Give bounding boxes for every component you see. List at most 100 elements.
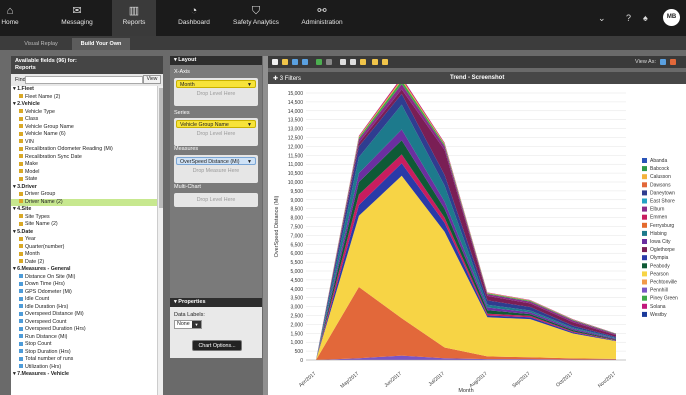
- legend-label: Iowa City: [650, 239, 671, 245]
- measure-icon: [19, 311, 23, 316]
- field-item[interactable]: Vehicle Type: [11, 109, 157, 117]
- measure-field-pill[interactable]: OverSpeed Distance (Mi) ▼: [176, 157, 256, 165]
- field-item[interactable]: Recalibration Odometer Reading (Mi): [11, 146, 157, 154]
- field-item[interactable]: Vehicle Name (6): [11, 131, 157, 139]
- field-item[interactable]: Overspeed Distance (Mi): [11, 311, 157, 319]
- find-input[interactable]: [25, 76, 143, 84]
- field-item[interactable]: Utilization (Hrs): [11, 364, 157, 372]
- chevron-down-icon[interactable]: ⌄: [598, 13, 606, 24]
- field-category[interactable]: ▾ 4.Site: [11, 206, 157, 214]
- field-item[interactable]: Run Distance (Mi): [11, 334, 157, 342]
- field-list-scrollbar[interactable]: [157, 86, 163, 395]
- undo-icon[interactable]: [316, 59, 322, 65]
- data-labels-select[interactable]: None ▼: [174, 320, 202, 329]
- nav-label: Home: [1, 19, 19, 26]
- field-item[interactable]: Month: [11, 251, 157, 259]
- field-item[interactable]: Make: [11, 161, 157, 169]
- field-item[interactable]: Total number of runs: [11, 356, 157, 364]
- field-label: Total number of runs: [25, 356, 74, 362]
- field-item[interactable]: Class: [11, 116, 157, 124]
- field-category[interactable]: ▾ 5.Date: [11, 229, 157, 237]
- legend-swatch: [642, 166, 647, 172]
- x-axis-field-pill[interactable]: Month ▼: [176, 80, 256, 88]
- field-item[interactable]: Site Name (2): [11, 221, 157, 229]
- field-item[interactable]: Quarter(number): [11, 244, 157, 252]
- nav-safety-analytics[interactable]: ⛉ Safety Analytics: [222, 0, 290, 36]
- table-view-icon[interactable]: [340, 59, 346, 65]
- field-list: ▾ 1.Fleet Fleet Name (2) ▾ 2.Vehicle Vehicl…: [11, 86, 157, 379]
- y-axis-title: OverSpeed Distance (Mi): [274, 195, 280, 257]
- field-item[interactable]: Down Time (Hrs): [11, 281, 157, 289]
- chart-options-button[interactable]: Chart Options...: [192, 340, 242, 351]
- chevron-down-icon[interactable]: ▼: [192, 321, 201, 328]
- legend-label: Piney Green: [650, 296, 678, 302]
- field-item[interactable]: Idle Duration (Hrs): [11, 304, 157, 312]
- field-label: Overspeed Count: [25, 318, 67, 325]
- grid-icon[interactable]: [350, 59, 356, 65]
- field-category[interactable]: ▾ 6.Measures - General: [11, 266, 157, 274]
- save-icon[interactable]: [292, 59, 298, 65]
- scrollbar-thumb[interactable]: [159, 88, 163, 208]
- field-category[interactable]: ▾ 2.Vehicle: [11, 101, 157, 109]
- tab-build-your-own[interactable]: Build Your Own: [72, 38, 130, 50]
- field-item[interactable]: Driver Group: [11, 191, 157, 199]
- redo-icon[interactable]: [326, 59, 332, 65]
- filter-icon[interactable]: [360, 59, 366, 65]
- field-category[interactable]: ▾ 3.Driver: [11, 184, 157, 192]
- series-field-pill[interactable]: Vehicle Group Name ▼: [176, 120, 256, 128]
- field-item[interactable]: GPS Odometer (Mi): [11, 289, 157, 297]
- field-item[interactable]: State: [11, 176, 157, 184]
- nav-messaging[interactable]: ✉ Messaging: [48, 0, 106, 36]
- dimension-icon: [19, 199, 23, 204]
- series-drop-zone[interactable]: Vehicle Group Name ▼ Drop Level Here: [174, 118, 258, 146]
- chevron-down-icon[interactable]: ▼: [247, 121, 252, 129]
- x-axis-field-name: Month: [180, 82, 195, 88]
- nav-home[interactable]: ⌂ Home: [0, 0, 20, 36]
- field-item[interactable]: Stop Count: [11, 341, 157, 349]
- field-category[interactable]: ▾ 1.Fleet: [11, 86, 157, 94]
- dimension-icon: [19, 176, 23, 181]
- field-item[interactable]: Stop Duration (Hrs): [11, 349, 157, 357]
- fields-panel-subject: Reports: [15, 65, 36, 71]
- multi-chart-drop-zone[interactable]: Drop Level Here: [174, 193, 258, 207]
- field-category[interactable]: ▾ 7.Measures - Vehicle: [11, 371, 157, 379]
- nav-administration[interactable]: ⚯ Administration: [292, 0, 352, 36]
- export-icon[interactable]: [670, 59, 676, 65]
- x-tick-label: Oct/2017: [555, 371, 575, 389]
- chart-view-icon[interactable]: [660, 59, 666, 65]
- chevron-down-icon[interactable]: ▼: [247, 81, 252, 89]
- x-tick-label: Aug/2017: [468, 371, 488, 389]
- nav-dashboard[interactable]: ◔ Dashboard: [170, 0, 218, 36]
- help-icon[interactable]: ?: [626, 13, 631, 23]
- dashboard-icon: ◔: [190, 5, 198, 17]
- view-button[interactable]: View: [143, 75, 161, 84]
- field-label: Utilization (Hrs): [25, 363, 62, 370]
- field-item[interactable]: Date (2): [11, 259, 157, 267]
- field-item[interactable]: Driver Name (2): [11, 198, 157, 206]
- field-item[interactable]: Idle Count: [11, 296, 157, 304]
- field-item[interactable]: VIN: [11, 139, 157, 147]
- sort-icon[interactable]: [372, 59, 378, 65]
- field-item[interactable]: Overspeed Count: [11, 319, 157, 327]
- field-item[interactable]: Fleet Name (2): [11, 94, 157, 102]
- measures-drop-zone[interactable]: OverSpeed Distance (Mi) ▼ Drop Measure He…: [174, 155, 258, 183]
- field-item[interactable]: Recalibration Sync Date: [11, 154, 157, 162]
- open-folder-icon[interactable]: [282, 59, 288, 65]
- field-item[interactable]: Distance On Site (Mi): [11, 274, 157, 282]
- bell-icon[interactable]: ♠: [643, 13, 648, 23]
- field-item[interactable]: Vehicle Group Name: [11, 124, 157, 132]
- nav-reports[interactable]: ▥ Reports: [112, 0, 156, 36]
- filters-link[interactable]: ✚ 3 Filters: [273, 75, 301, 82]
- tab-visual-replay[interactable]: Visual Replay: [14, 38, 68, 50]
- avatar[interactable]: MB: [663, 9, 680, 26]
- swap-icon[interactable]: [382, 59, 388, 65]
- x-axis-drop-zone[interactable]: Month ▼ Drop Level Here: [174, 78, 258, 106]
- field-item[interactable]: Overspeed Duration (Hrs): [11, 326, 157, 334]
- save-as-icon[interactable]: [302, 59, 308, 65]
- field-item[interactable]: Site Types: [11, 214, 157, 222]
- field-item[interactable]: Year: [11, 236, 157, 244]
- field-item[interactable]: Model: [11, 169, 157, 177]
- legend-label: Pennhill: [650, 288, 668, 294]
- new-report-icon[interactable]: [272, 59, 278, 65]
- chevron-down-icon[interactable]: ▼: [247, 158, 252, 166]
